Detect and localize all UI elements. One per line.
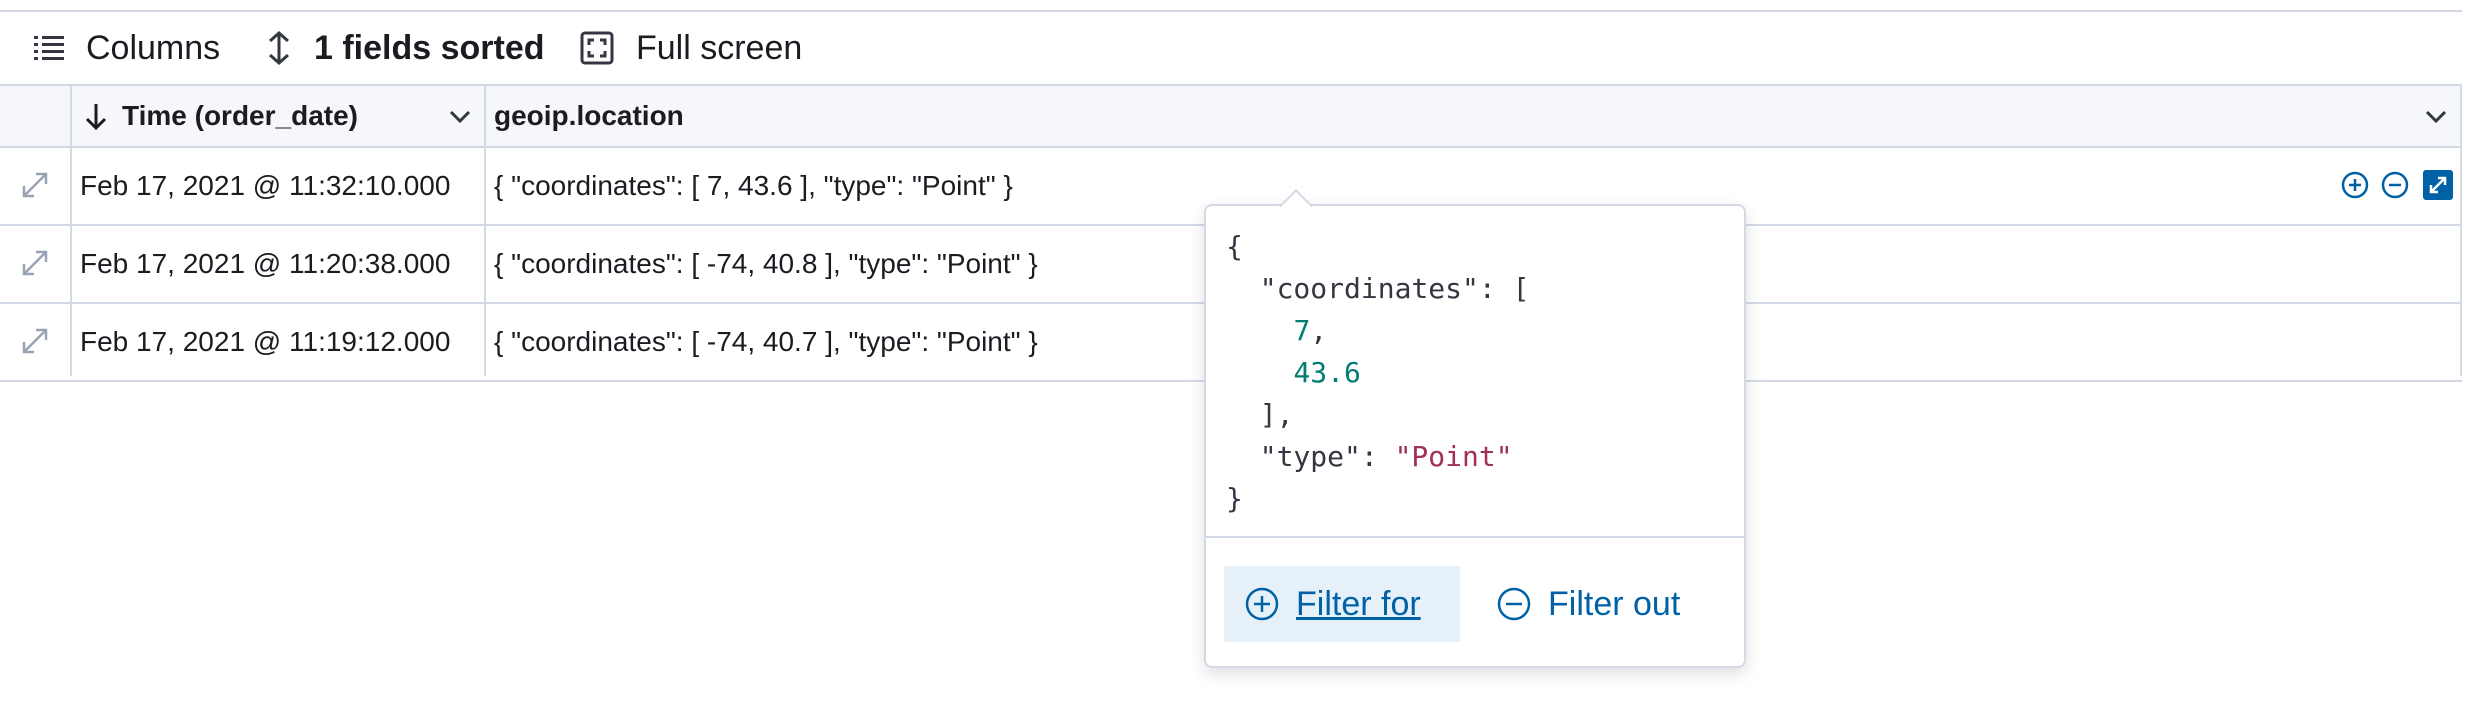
- location-cell[interactable]: { "coordinates": [ -74, 40.8 ], "type": …: [494, 226, 1038, 302]
- filter-for-button[interactable]: Filter for: [1224, 566, 1460, 642]
- sort-descending-icon: [85, 104, 107, 130]
- time-cell: Feb 17, 2021 @ 11:32:10.000: [80, 170, 451, 201]
- filter-out-button[interactable]: Filter out: [1496, 566, 1680, 642]
- time-cell: Feb 17, 2021 @ 11:19:12.000: [80, 326, 451, 357]
- cell-popover: { "coordinates": [ 7, 43.6 ], "type": "P…: [1204, 204, 1746, 668]
- sorted-label: 1 fields sorted: [314, 28, 545, 67]
- location-cell[interactable]: { "coordinates": [ 7, 43.6 ], "type": "P…: [494, 148, 1013, 224]
- filter-out-icon[interactable]: [2380, 170, 2410, 200]
- chevron-down-icon[interactable]: [448, 106, 472, 126]
- json-line: "coordinates": [: [1226, 272, 1530, 305]
- column-header-location[interactable]: geoip.location: [494, 86, 684, 146]
- grid-toolbar: Columns 1 fields sorted Full screen: [0, 12, 2462, 86]
- plus-circle-icon: [1245, 587, 1279, 621]
- json-string: "Point": [1394, 440, 1513, 473]
- location-cell[interactable]: { "coordinates": [ -74, 40.7 ], "type": …: [494, 304, 1038, 380]
- filter-out-label: Filter out: [1548, 584, 1681, 623]
- table-header: Time (order_date) geoip.location: [0, 86, 2462, 148]
- expand-icon[interactable]: [18, 168, 52, 202]
- sort-fields-button[interactable]: 1 fields sorted: [266, 12, 545, 84]
- columns-label: Columns: [86, 28, 221, 67]
- filter-for-label: Filter for: [1296, 584, 1421, 623]
- top-border: [0, 0, 2462, 12]
- json-viewer: { "coordinates": [ 7, 43.6 ], "type": "P…: [1226, 230, 1530, 515]
- list-icon: [34, 36, 64, 60]
- json-number: 7: [1293, 314, 1311, 347]
- json-line: ],: [1226, 398, 1294, 431]
- columns-button[interactable]: Columns: [34, 12, 220, 84]
- column-header-location-label: geoip.location: [494, 100, 684, 131]
- chevron-down-icon[interactable]: [2424, 106, 2448, 126]
- json-line: }: [1226, 482, 1243, 515]
- filter-for-icon[interactable]: [2340, 170, 2370, 200]
- json-number: 43.6: [1293, 356, 1361, 389]
- fullscreen-label: Full screen: [636, 28, 803, 67]
- expand-icon[interactable]: [18, 246, 52, 280]
- minus-circle-icon: [1497, 587, 1531, 621]
- fullscreen-icon: [580, 31, 614, 65]
- column-header-time-label: Time (order_date): [122, 100, 358, 131]
- popover-divider: [1206, 536, 1744, 538]
- expand-cell-icon[interactable]: [2423, 170, 2453, 200]
- json-line: {: [1226, 230, 1243, 263]
- sort-icon: [269, 31, 289, 65]
- fullscreen-button[interactable]: Full screen: [580, 12, 802, 84]
- column-header-time[interactable]: Time (order_date): [84, 86, 358, 146]
- time-cell: Feb 17, 2021 @ 11:20:38.000: [80, 248, 451, 279]
- json-line: "type":: [1226, 440, 1395, 473]
- expand-icon[interactable]: [18, 324, 52, 358]
